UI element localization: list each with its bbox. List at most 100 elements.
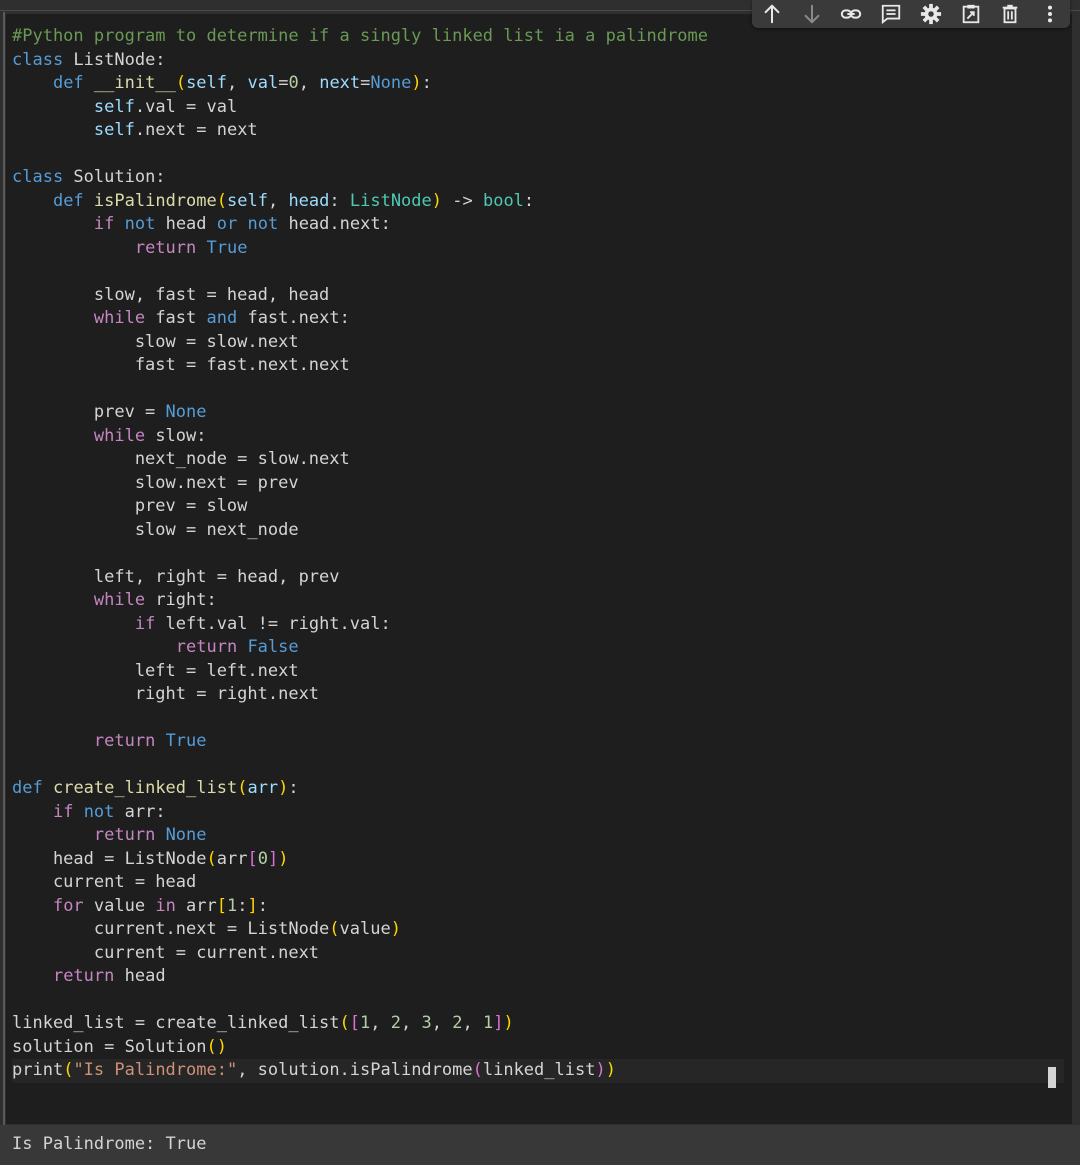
code-line[interactable]: print("Is Palindrome:", solution.isPalin… bbox=[12, 1059, 1064, 1083]
code-line[interactable]: ​ bbox=[12, 143, 1064, 167]
code-token: , bbox=[370, 1013, 391, 1033]
mirror-cell-icon bbox=[962, 4, 979, 24]
code-line[interactable]: if not arr: bbox=[12, 801, 1064, 825]
code-token: : bbox=[523, 190, 535, 211]
code-line[interactable]: current.next = ListNode(value) bbox=[12, 918, 1064, 942]
code-line[interactable]: for value in arr[1:]: bbox=[12, 895, 1064, 919]
code-line[interactable]: while fast and fast.next: bbox=[12, 307, 1064, 331]
code-line[interactable]: return True bbox=[12, 237, 1064, 261]
code-token: return bbox=[52, 966, 115, 986]
code-token: if bbox=[134, 613, 156, 634]
code-line[interactable]: prev = None bbox=[12, 401, 1064, 425]
code-token: None bbox=[370, 73, 412, 93]
code-line[interactable]: while right: bbox=[12, 589, 1064, 613]
code-token: slow = slow.next bbox=[12, 331, 299, 352]
code-line[interactable]: fast = fast.next.next bbox=[12, 354, 1064, 378]
code-cell[interactable]: #Python program to determine if a singly… bbox=[0, 0, 1080, 1125]
more-actions-button[interactable] bbox=[1036, 0, 1064, 28]
code-line[interactable]: right = right.next bbox=[12, 683, 1064, 707]
delete-button[interactable] bbox=[996, 0, 1024, 28]
code-line[interactable]: ​ bbox=[12, 260, 1064, 284]
code-line[interactable]: current = head bbox=[12, 871, 1064, 895]
code-line[interactable]: def __init__(self, val=0, next=None): bbox=[12, 72, 1064, 96]
code-line[interactable]: ​ bbox=[12, 378, 1064, 402]
code-token: ] bbox=[247, 895, 258, 916]
code-token: not bbox=[83, 801, 115, 822]
code-line[interactable]: if not head or not head.next: bbox=[12, 213, 1064, 237]
code-token: right: bbox=[145, 590, 217, 610]
code-token: self bbox=[93, 120, 135, 140]
code-line[interactable]: return head bbox=[12, 965, 1064, 989]
code-token: ( bbox=[175, 73, 187, 93]
code-line[interactable]: ​ bbox=[12, 989, 1064, 1013]
code-token: current = current.next bbox=[12, 942, 320, 963]
code-token: def bbox=[52, 73, 84, 93]
code-line[interactable]: ​ bbox=[12, 542, 1064, 566]
code-token: bool bbox=[482, 190, 524, 211]
code-line[interactable]: def create_linked_list(arr): bbox=[12, 777, 1064, 801]
code-line[interactable]: current = current.next bbox=[12, 942, 1064, 966]
code-line[interactable]: self.val = val bbox=[12, 96, 1064, 120]
code-token: ListNode: bbox=[63, 49, 166, 70]
code-token: not bbox=[247, 214, 279, 234]
code-line[interactable]: slow = slow.next bbox=[12, 331, 1064, 355]
code-editor[interactable]: #Python program to determine if a singly… bbox=[6, 14, 1072, 1124]
code-content[interactable]: #Python program to determine if a singly… bbox=[12, 25, 1064, 1083]
code-line[interactable]: slow, fast = head, head bbox=[12, 284, 1064, 308]
code-token: ] bbox=[267, 848, 279, 869]
code-line[interactable]: slow.next = prev bbox=[12, 472, 1064, 496]
comment-button[interactable] bbox=[877, 0, 905, 28]
mirror-cell-button[interactable] bbox=[957, 0, 985, 28]
code-token: for bbox=[52, 895, 84, 916]
code-token: head.next: bbox=[278, 214, 391, 234]
code-line[interactable]: class Solution: bbox=[12, 166, 1064, 190]
code-line[interactable]: slow = next_node bbox=[12, 519, 1064, 543]
code-token: while bbox=[93, 590, 146, 610]
code-line[interactable]: ​ bbox=[12, 754, 1064, 778]
code-token: ( bbox=[339, 1013, 350, 1033]
code-token: solution = Solution bbox=[12, 1036, 207, 1057]
code-token: , bbox=[431, 1013, 453, 1033]
code-line[interactable]: prev = slow bbox=[12, 495, 1064, 519]
code-token: return bbox=[93, 825, 156, 845]
code-line[interactable]: while slow: bbox=[12, 425, 1064, 449]
code-line[interactable]: self.next = next bbox=[12, 119, 1064, 143]
move-up-button[interactable] bbox=[758, 0, 786, 28]
link-icon bbox=[841, 9, 862, 19]
code-line[interactable]: if left.val != right.val: bbox=[12, 613, 1064, 637]
code-token: return bbox=[134, 237, 197, 258]
code-line[interactable]: left, right = head, prev bbox=[12, 566, 1064, 590]
code-line[interactable]: return True bbox=[12, 730, 1064, 754]
code-line[interactable]: return None bbox=[12, 824, 1064, 848]
code-line[interactable]: #Python program to determine if a singly… bbox=[12, 25, 1064, 49]
code-token: True bbox=[165, 731, 207, 751]
code-token: while bbox=[93, 308, 146, 328]
code-token: slow, fast = head, head bbox=[12, 284, 330, 305]
code-line[interactable]: next_node = slow.next bbox=[12, 448, 1064, 472]
settings-button[interactable] bbox=[917, 0, 945, 28]
code-token: class bbox=[12, 167, 64, 187]
code-line[interactable]: return False bbox=[12, 636, 1064, 660]
code-line[interactable]: linked_list = create_linked_list([1, 2, … bbox=[12, 1012, 1064, 1036]
code-token: ( bbox=[63, 1060, 74, 1080]
code-token: ( bbox=[206, 848, 217, 869]
code-line[interactable]: ​ bbox=[12, 707, 1064, 731]
move-down-button[interactable] bbox=[798, 0, 826, 28]
cell-focus-indicator bbox=[3, 12, 5, 1125]
code-line[interactable]: head = ListNode(arr[0]) bbox=[12, 848, 1064, 872]
code-token: None bbox=[165, 825, 207, 845]
code-token: , bbox=[298, 73, 320, 93]
code-line[interactable]: solution = Solution() bbox=[12, 1036, 1064, 1060]
code-token: : bbox=[237, 895, 248, 916]
code-token: None bbox=[165, 402, 207, 422]
code-token: ( bbox=[216, 190, 227, 211]
code-line[interactable]: class ListNode: bbox=[12, 49, 1064, 73]
link-button[interactable] bbox=[837, 0, 865, 28]
code-line[interactable]: def isPalindrome(self, head: ListNode) -… bbox=[12, 190, 1064, 214]
code-line[interactable]: left = left.next bbox=[12, 660, 1064, 684]
